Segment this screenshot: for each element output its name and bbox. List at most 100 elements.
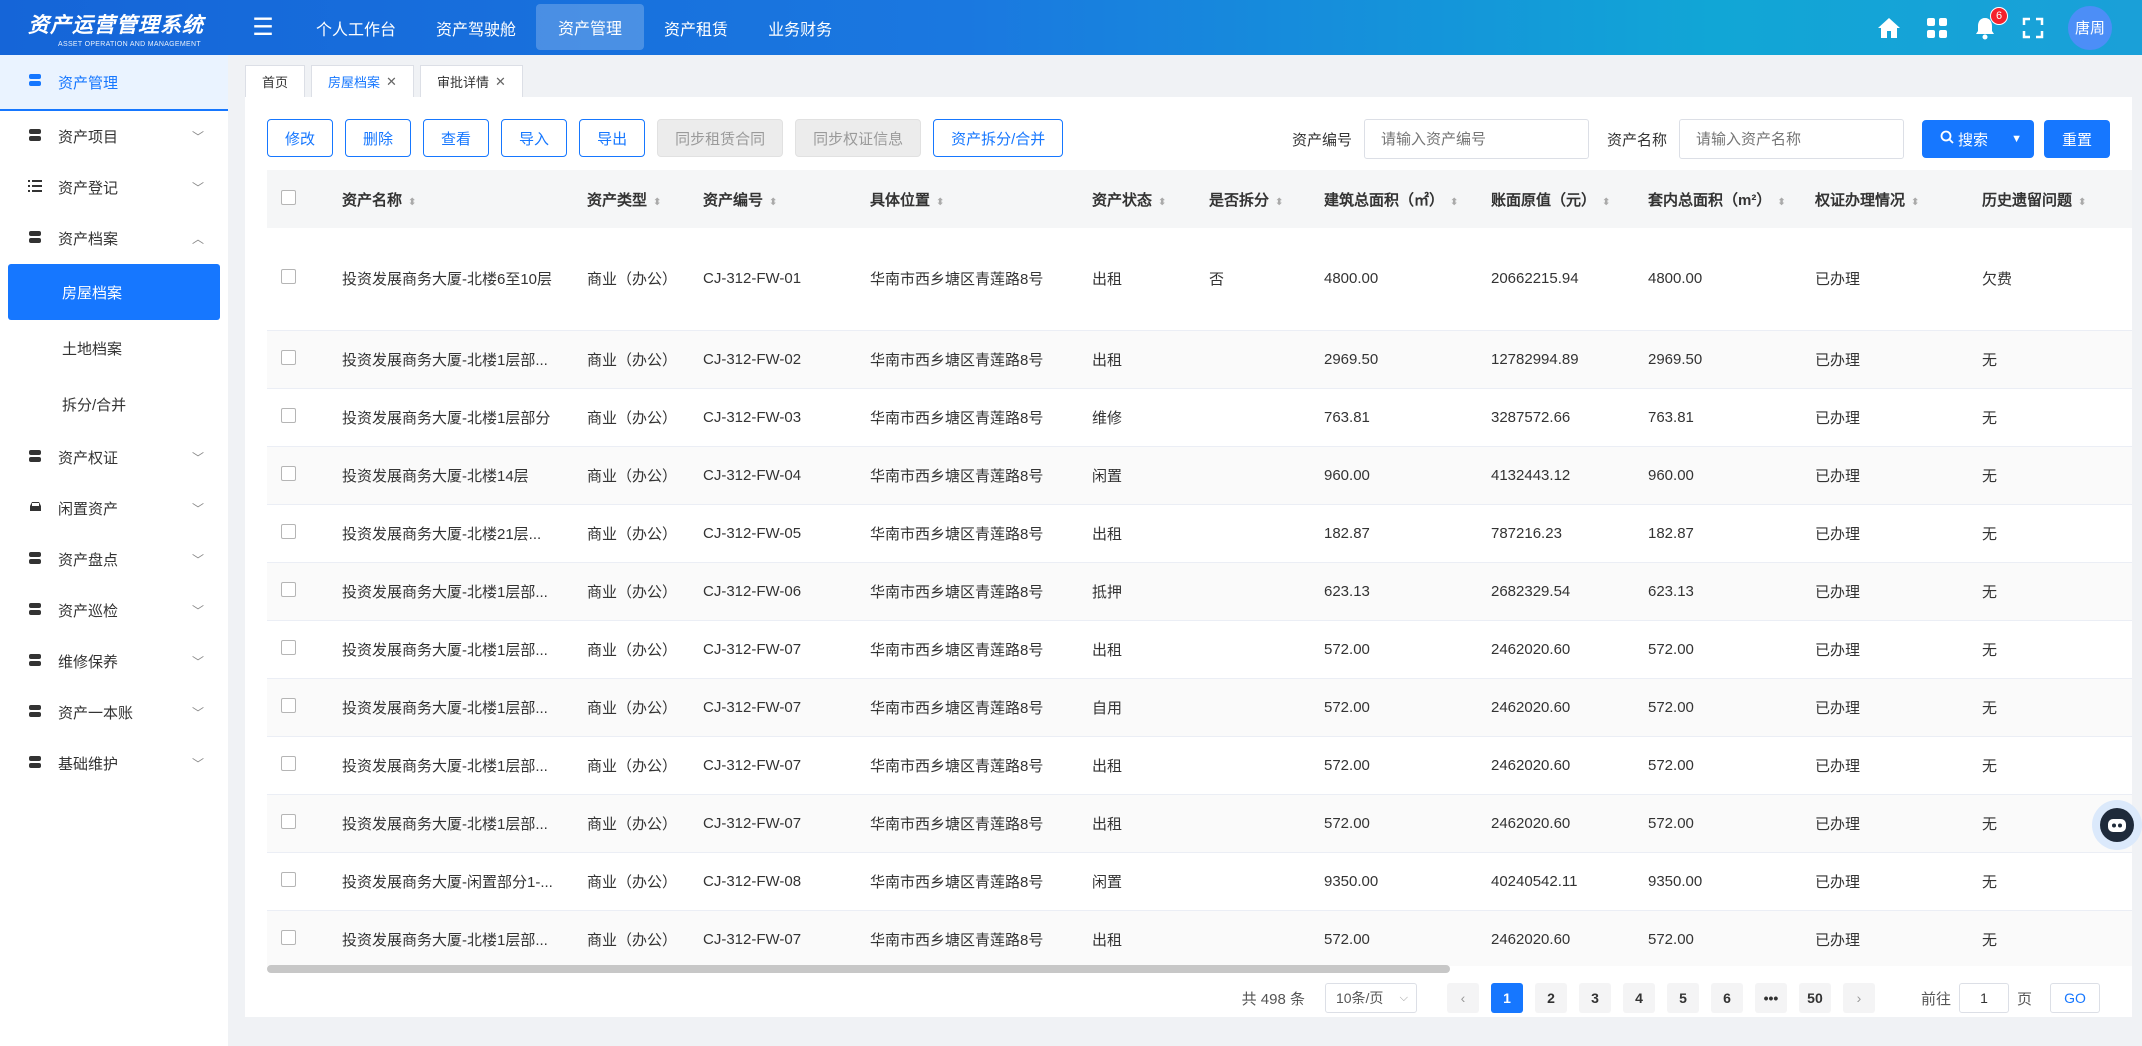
menu-toggle-icon[interactable]: ☰ (250, 0, 276, 55)
horizontal-scrollbar[interactable] (267, 965, 1450, 973)
caret-down-icon[interactable]: ▼ (2011, 133, 2022, 145)
sidebar-item-8[interactable]: 资产一本账 ﹀ (0, 687, 228, 738)
sidebar-item-5[interactable]: 资产盘点 ﹀ (0, 534, 228, 585)
row-checkbox[interactable] (281, 813, 296, 829)
sidebar-item-7[interactable]: 维修保养 ﹀ (0, 636, 228, 687)
sidebar-item-6[interactable]: 资产巡检 ﹀ (0, 585, 228, 636)
row-checkbox[interactable] (281, 523, 296, 539)
table-row[interactable]: 投资发展商务大厦-北楼14层 商业（办公） CJ-312-FW-04 华南市西乡塘区青… (267, 446, 2132, 505)
prev-page-button[interactable]: ‹ (1446, 983, 1479, 1013)
column-header[interactable]: 资产编号 ⬍ (703, 170, 870, 228)
goto-page-input[interactable]: 1 (1958, 983, 2009, 1013)
row-checkbox[interactable] (281, 929, 296, 945)
row-checkbox[interactable] (281, 407, 296, 423)
apps-grid-icon[interactable] (1924, 15, 1950, 41)
sidebar-subitem-1[interactable]: 土地档案 (0, 320, 228, 376)
tab-0[interactable]: 首页 (245, 65, 306, 97)
sort-icon[interactable]: ⬍ (769, 197, 777, 208)
column-header[interactable]: 具体位置 ⬍ (870, 170, 1092, 228)
close-icon[interactable]: ✕ (386, 74, 397, 90)
table-row[interactable]: 投资发展商务大厦-北楼1层部分 商业（办公） CJ-312-FW-03 华南市西乡塘区… (267, 388, 2132, 447)
sort-icon[interactable]: ⬍ (653, 197, 661, 208)
column-header[interactable]: 资产状态 ⬍ (1092, 170, 1209, 228)
sort-icon[interactable]: ⬍ (1777, 197, 1785, 208)
row-checkbox[interactable] (281, 871, 296, 887)
delete-button[interactable]: 删除 (345, 119, 412, 157)
page-button[interactable]: 6 (1710, 983, 1743, 1013)
table-row[interactable]: 投资发展商务大厦-北楼1层部... 商业（办公） CJ-312-FW-06 华南市西乡… (267, 562, 2132, 621)
table-row[interactable]: 投资发展商务大厦-北楼1层部... 商业（办公） CJ-312-FW-07 华南市西乡… (267, 620, 2132, 679)
fullscreen-icon[interactable] (2020, 15, 2046, 41)
column-header[interactable]: 资产类型 ⬍ (587, 170, 703, 228)
topnav-item-1[interactable]: 资产驾驶舱 (416, 0, 536, 55)
page-size-select[interactable]: 10条/页 ⌵ (1324, 983, 1417, 1013)
page-button[interactable]: 2 (1534, 983, 1567, 1013)
sidebar-item-0[interactable]: 资产项目 ﹀ (0, 111, 228, 162)
edit-button[interactable]: 修改 (267, 119, 334, 157)
go-button[interactable]: GO (2050, 983, 2100, 1013)
sidebar-subitem-0[interactable]: 房屋档案 (8, 264, 220, 320)
asset-code-input[interactable] (1363, 119, 1589, 159)
import-button[interactable]: 导入 (501, 119, 568, 157)
column-header[interactable]: 历史遗留问题 ⬍ (1982, 170, 2132, 228)
page-button[interactable]: 4 (1622, 983, 1655, 1013)
column-header[interactable]: 资产名称 ⬍ (342, 170, 587, 228)
column-header[interactable]: 建筑总面积（㎡） ⬍ (1324, 170, 1491, 228)
page-button[interactable]: 3 (1578, 983, 1611, 1013)
table-row[interactable]: 投资发展商务大厦-北楼1层部... 商业（办公） CJ-312-FW-07 华南市西乡… (267, 794, 2132, 853)
sidebar-item-1[interactable]: 资产登记 ﹀ (0, 162, 228, 213)
sidebar-item-9[interactable]: 基础维护 ﹀ (0, 738, 228, 789)
row-checkbox[interactable] (281, 465, 296, 481)
search-button[interactable]: 搜索 ▼ (1922, 120, 2034, 158)
sort-icon[interactable]: ⬍ (1602, 197, 1610, 208)
sidebar-subitem-2[interactable]: 拆分/合并 (0, 376, 228, 432)
next-page-button[interactable]: › (1842, 983, 1875, 1013)
sort-icon[interactable]: ⬍ (936, 197, 944, 208)
column-header[interactable]: 权证办理情况 ⬍ (1815, 170, 1982, 228)
sort-icon[interactable]: ⬍ (1450, 197, 1458, 208)
sort-icon[interactable]: ⬍ (1275, 197, 1283, 208)
tab-1[interactable]: 房屋档案 ✕ (311, 65, 414, 97)
column-header[interactable]: 账面原值（元） ⬍ (1491, 170, 1648, 228)
close-icon[interactable]: ✕ (495, 74, 506, 90)
page-button[interactable]: 5 (1666, 983, 1699, 1013)
sync-lease-button[interactable]: 同步租赁合同 (657, 119, 784, 157)
page-button[interactable]: 50 (1798, 983, 1831, 1013)
column-header[interactable]: 套内总面积（m²） ⬍ (1648, 170, 1815, 228)
row-checkbox[interactable] (281, 581, 296, 597)
table-row[interactable]: 投资发展商务大厦-北楼1层部... 商业（办公） CJ-312-FW-07 华南市西乡… (267, 736, 2132, 795)
bell-icon[interactable]: 6 (1972, 6, 2008, 41)
assistant-float-button[interactable] (2092, 800, 2142, 850)
sidebar-item-4[interactable]: 闲置资产 ﹀ (0, 483, 228, 534)
row-checkbox[interactable] (281, 639, 296, 655)
home-icon[interactable] (1876, 15, 1902, 41)
topnav-item-2[interactable]: 资产管理 (536, 4, 645, 50)
table-row[interactable]: 投资发展商务大厦-北楼1层部... 商业（办公） CJ-312-FW-02 华南市西乡… (267, 330, 2132, 389)
split-merge-button[interactable]: 资产拆分/合并 (933, 119, 1064, 157)
sidebar-item-3[interactable]: 资产权证 ﹀ (0, 432, 228, 483)
sort-icon[interactable]: ⬍ (1911, 197, 1919, 208)
table-row[interactable]: 投资发展商务大厦-北楼1层部... 商业（办公） CJ-312-FW-07 华南市西乡… (267, 678, 2132, 737)
user-avatar[interactable]: 唐周 (2068, 5, 2112, 50)
topnav-item-0[interactable]: 个人工作台 (296, 0, 416, 55)
sort-icon[interactable]: ⬍ (408, 197, 416, 208)
table-row[interactable]: 投资发展商务大厦-北楼6至10层 商业（办公） CJ-312-FW-01 华南市西乡塘… (267, 228, 2132, 331)
sidebar-item-2[interactable]: 资产档案 ︿ (0, 213, 228, 264)
row-checkbox[interactable] (281, 349, 296, 365)
asset-name-input[interactable] (1679, 119, 1904, 159)
table-row[interactable]: 投资发展商务大厦-北楼21层... 商业（办公） CJ-312-FW-05 华南市西乡… (267, 504, 2132, 563)
page-button[interactable]: 1 (1490, 983, 1523, 1013)
table-row[interactable]: 投资发展商务大厦-北楼1层部... 商业（办公） CJ-312-FW-07 华南市西乡… (267, 910, 2132, 966)
row-checkbox[interactable] (281, 697, 296, 713)
sidebar-head[interactable]: 资产管理 (0, 55, 228, 111)
page-button[interactable]: ••• (1754, 983, 1787, 1013)
sync-cert-button[interactable]: 同步权证信息 (795, 119, 922, 157)
row-checkbox[interactable] (281, 269, 296, 285)
select-all-checkbox[interactable] (281, 189, 296, 205)
tab-2[interactable]: 审批详情 ✕ (419, 65, 523, 97)
app-logo[interactable]: 资产运营管理系统 ASSET OPERATION AND MANAGEMENT (0, 0, 228, 55)
sort-icon[interactable]: ⬍ (1158, 197, 1166, 208)
row-checkbox[interactable] (281, 755, 296, 771)
topnav-item-4[interactable]: 业务财务 (748, 0, 852, 55)
reset-button[interactable]: 重置 (2044, 120, 2110, 158)
